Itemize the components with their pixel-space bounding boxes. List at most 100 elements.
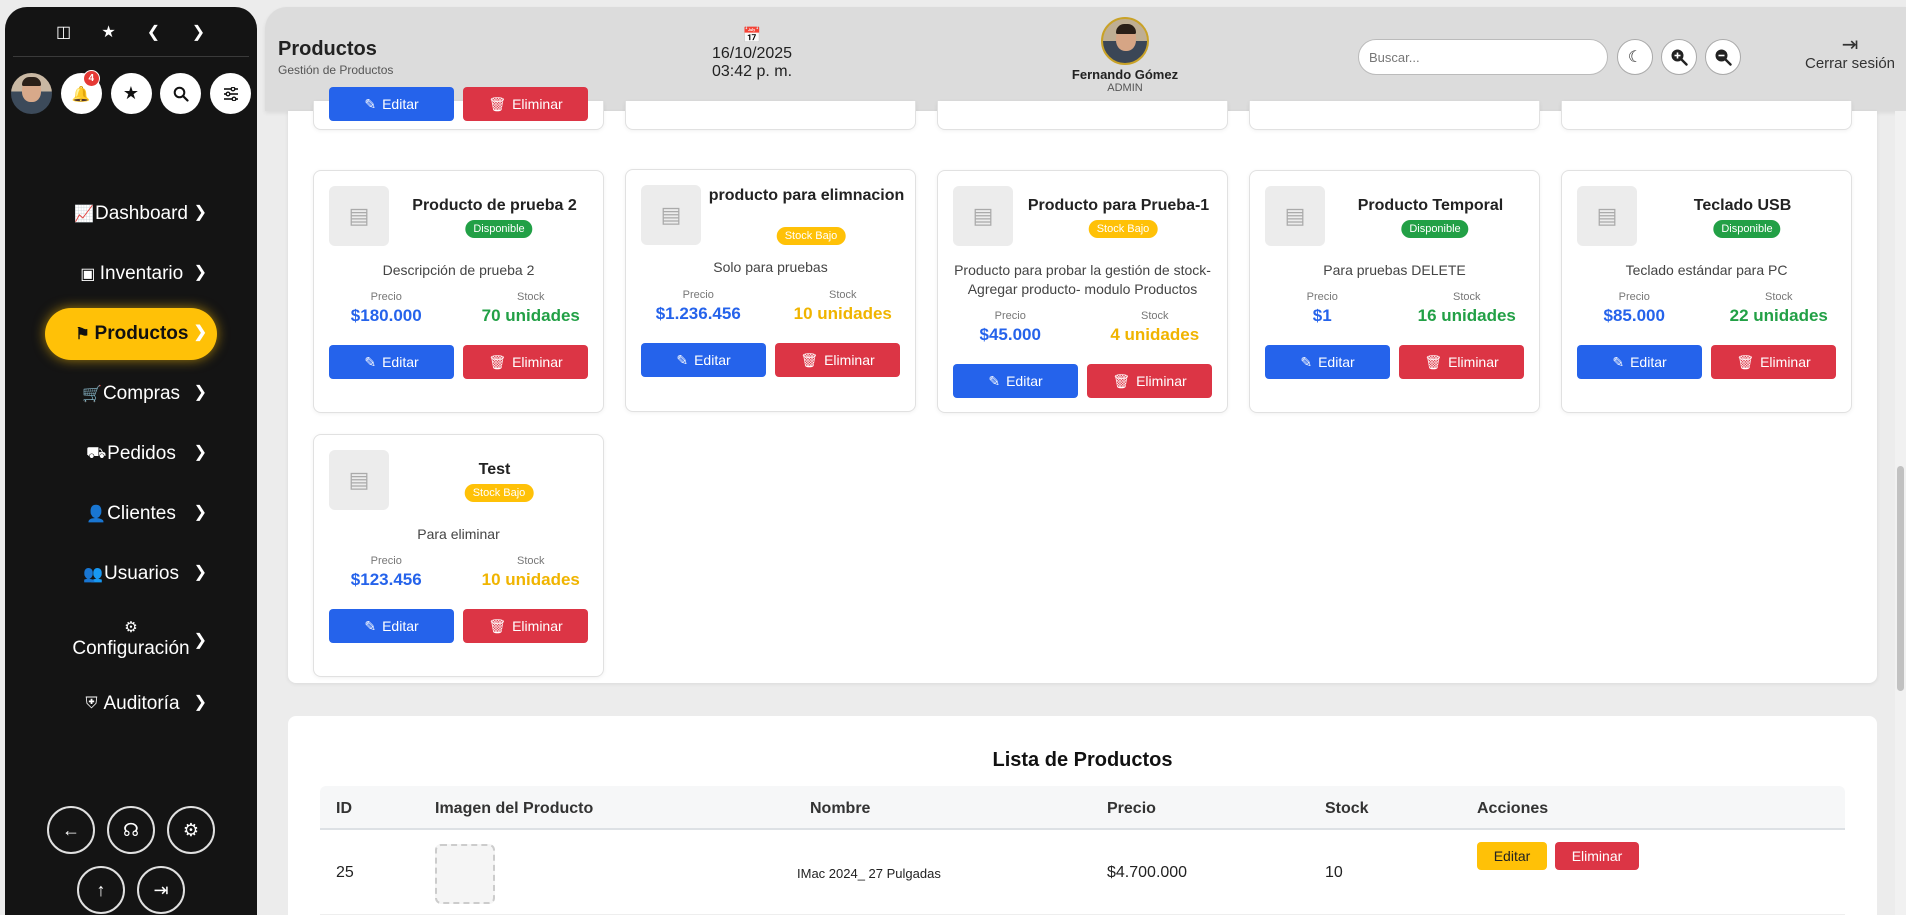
delete-button[interactable]: 🗑 Eliminar	[463, 87, 588, 121]
product-stats: Precio $180.000 Stock 70 unidades	[314, 291, 603, 326]
sidebar-item-clientes[interactable]: 👤 Clientes ❯	[45, 488, 217, 540]
chevron-right-icon: ❯	[193, 384, 207, 401]
product-card: ▤ Producto para Prueba-1 Stock Bajo Prod…	[937, 170, 1228, 413]
layout-icon[interactable]: ◫	[52, 20, 76, 44]
trash-icon: 🗑	[488, 95, 507, 112]
sidebar-item-usuarios[interactable]: 👥 Usuarios ❯	[45, 548, 217, 600]
chevron-right-icon: ❯	[193, 204, 207, 221]
user-profile[interactable]: Fernando Gómez ADMIN	[1055, 17, 1195, 94]
delete-button[interactable]: 🗑 Eliminar	[463, 609, 588, 643]
delete-button[interactable]: Eliminar	[1555, 842, 1639, 870]
column-header-image: Imagen del Producto	[435, 800, 594, 817]
moon-icon: ☾	[1627, 49, 1643, 66]
support-button[interactable]: ☊	[107, 806, 155, 854]
notifications-button[interactable]: 🔔 4	[60, 70, 102, 114]
favorites-button[interactable]: ★	[110, 73, 152, 114]
edit-button[interactable]: ✎ Editar	[1265, 345, 1390, 379]
delete-button[interactable]: 🗑 Eliminar	[463, 345, 588, 379]
cell-price: $4.700.000	[1107, 864, 1188, 881]
zoom-in-button[interactable]	[1661, 39, 1697, 75]
status-badge: Stock Bajo	[776, 227, 846, 245]
cart-icon: 🛒	[81, 386, 102, 403]
avatar[interactable]	[11, 73, 52, 114]
trash-icon: 🗑	[1112, 372, 1131, 389]
edit-button[interactable]: ✎ Editar	[953, 364, 1078, 398]
search-icon	[173, 86, 189, 102]
scroll-top-button[interactable]: ↑	[77, 866, 125, 914]
chevron-right-icon: ❯	[193, 564, 207, 581]
sidebar-item-configuracion[interactable]: ⚙ Configuración ❯	[45, 608, 217, 670]
delete-button[interactable]: 🗑 Eliminar	[1399, 345, 1524, 379]
user-role: ADMIN	[1107, 82, 1143, 94]
column-header-price: Precio	[1107, 800, 1156, 817]
calendar-icon: 📅	[742, 27, 762, 44]
delete-label: Eliminar	[1448, 354, 1499, 370]
search-button[interactable]	[160, 73, 202, 114]
product-stats: Precio $1.236.456 Stock 10 unidades	[626, 289, 915, 324]
scrollbar-thumb[interactable]	[1897, 466, 1904, 691]
delete-button[interactable]: 🗑 Eliminar	[1087, 364, 1212, 398]
stock-label: Stock	[516, 555, 545, 567]
chevron-left-icon[interactable]: ❮	[142, 20, 166, 44]
current-date: 16/10/2025	[711, 45, 793, 62]
trash-icon: 🗑	[488, 617, 507, 634]
edit-button[interactable]: ✎ Editar	[641, 343, 766, 377]
sidebar-item-auditoria[interactable]: ⛨ Auditoría ❯	[45, 678, 217, 730]
edit-icon: ✎	[1612, 353, 1625, 370]
product-description: Producto para probar la gestión de stock…	[954, 262, 1211, 297]
status-badge: Stock Bajo	[464, 484, 534, 502]
back-button[interactable]: ←	[47, 806, 95, 854]
delete-label: Eliminar	[512, 96, 563, 112]
status-badge: Disponible	[1401, 220, 1469, 238]
edit-button[interactable]: Editar	[1477, 842, 1547, 870]
logout-link[interactable]: ⇥ Cerrar sesión	[1795, 35, 1905, 72]
search-input[interactable]	[1358, 39, 1608, 75]
sidebar-nav: 📈 Dashboard ❯ ▣ Inventario ❯ ⚑ Productos…	[5, 188, 257, 730]
product-stats: Precio $45.000 Stock 4 unidades	[938, 310, 1227, 345]
arrow-up-icon: ↑	[96, 879, 106, 900]
chevron-right-icon[interactable]: ❯	[187, 20, 211, 44]
shield-icon: ⛨	[85, 695, 98, 712]
product-stats: Precio $85.000 Stock 22 unidades	[1562, 291, 1851, 326]
sidebar: ◫ ★ ❮ ❯ 🔔 4 ★ 📈 Dashboard ❯ ▣ Inventario…	[5, 7, 257, 915]
sidebar-item-pedidos[interactable]: ⛟ Pedidos ❯	[45, 428, 217, 480]
product-name: Producto Temporal	[1357, 197, 1504, 214]
trash-icon: 🗑	[1424, 353, 1443, 370]
sidebar-item-label: Usuarios	[104, 563, 179, 584]
edit-button[interactable]: ✎ Editar	[329, 345, 454, 379]
truck-icon: ⛟	[86, 445, 107, 462]
sidebar-quick-actions: 🔔 4 ★	[5, 70, 257, 114]
sidebar-item-compras[interactable]: 🛒 Compras ❯	[45, 368, 217, 420]
edit-icon: ✎	[364, 617, 377, 634]
edit-icon: ✎	[1300, 353, 1313, 370]
star-icon[interactable]: ★	[97, 20, 121, 44]
edit-button[interactable]: ✎ Editar	[1577, 345, 1702, 379]
price-label: Precio	[1306, 291, 1338, 303]
delete-label: Eliminar	[512, 354, 563, 370]
sidebar-item-productos[interactable]: ⚑ Productos ❯	[45, 308, 217, 360]
product-card: ▤ Teclado USB Disponible Teclado estánda…	[1561, 170, 1852, 413]
logout-button[interactable]: ⇥	[137, 866, 185, 914]
delete-button[interactable]: 🗑 Eliminar	[775, 343, 900, 377]
page-scrollbar[interactable]	[1895, 111, 1906, 915]
sidebar-item-dashboard[interactable]: 📈 Dashboard ❯	[45, 188, 217, 240]
edit-icon: ✎	[988, 372, 1001, 389]
logout-label: Cerrar sesión	[1804, 55, 1896, 72]
settings-button[interactable]: ⚙	[167, 806, 215, 854]
tag-icon: ⚑	[75, 326, 90, 343]
sidebar-item-inventario[interactable]: ▣ Inventario ❯	[45, 248, 217, 300]
filters-button[interactable]	[210, 73, 251, 114]
product-card: ▤ Producto de prueba 2 Disponible Descri…	[313, 170, 604, 413]
zoom-out-button[interactable]	[1705, 39, 1741, 75]
edit-button[interactable]: ✎ Editar	[329, 609, 454, 643]
product-card	[625, 101, 916, 130]
delete-button[interactable]: 🗑 Eliminar	[1711, 345, 1836, 379]
table-header: ID Imagen del Producto Nombre Precio Sto…	[320, 786, 1845, 830]
dark-mode-button[interactable]: ☾	[1617, 39, 1653, 75]
edit-icon: ✎	[364, 95, 377, 112]
status-badge: Stock Bajo	[1088, 220, 1158, 238]
edit-button[interactable]: ✎ Editar	[329, 87, 454, 121]
user-icon: 👤	[86, 506, 107, 523]
stock-label: Stock	[516, 291, 545, 303]
image-placeholder-icon: ▤	[329, 450, 389, 510]
